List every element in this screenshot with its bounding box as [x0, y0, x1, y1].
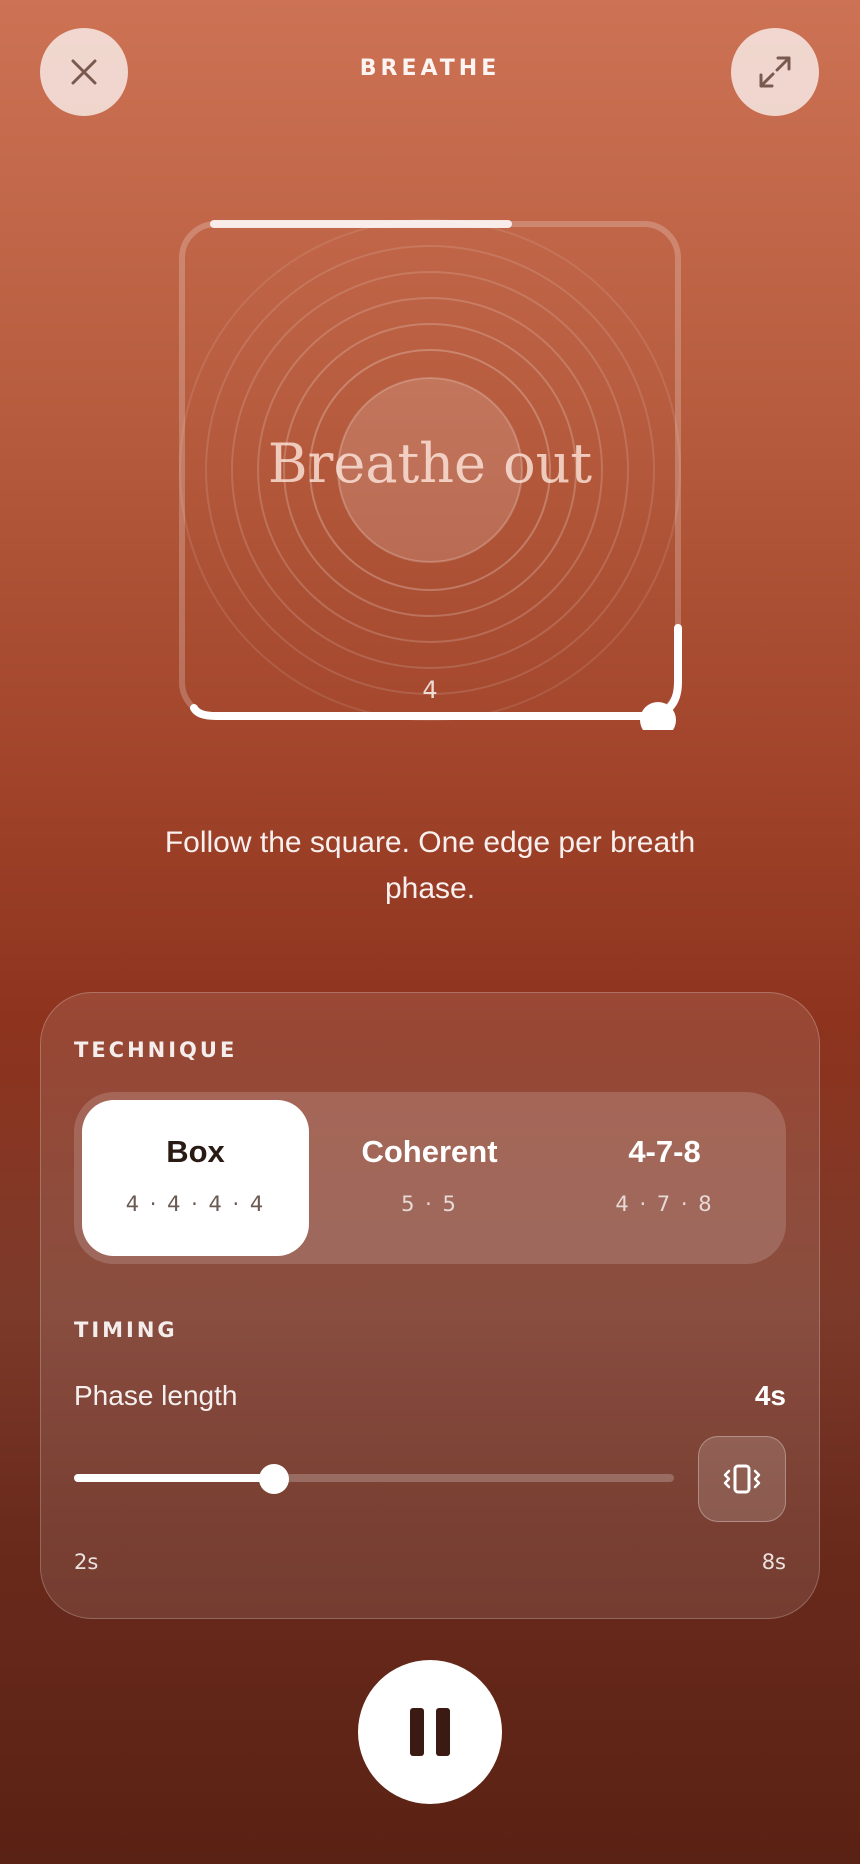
expand-icon [759, 56, 791, 88]
haptic-toggle-button[interactable] [698, 1436, 786, 1522]
technique-option-4-7-8[interactable]: 4-7-8 4 · 7 · 8 [551, 1100, 778, 1256]
technique-pattern: 4 · 4 · 4 · 4 [125, 1192, 266, 1216]
technique-pattern: 4 · 7 · 8 [615, 1192, 714, 1216]
technique-option-box[interactable]: Box 4 · 4 · 4 · 4 [82, 1100, 309, 1256]
timing-label: TIMING [74, 1318, 178, 1342]
vibrate-icon [723, 1464, 761, 1494]
technique-name: Coherent [361, 1134, 498, 1169]
slider-min-label: 2s [74, 1550, 99, 1574]
phase-length-label: Phase length [74, 1380, 238, 1411]
phase-counter: 4 [422, 676, 438, 704]
technique-name: Box [166, 1134, 225, 1169]
expand-button[interactable] [731, 28, 819, 116]
technique-name: 4-7-8 [628, 1134, 701, 1169]
pause-button[interactable] [358, 1660, 502, 1804]
phase-length-slider-thumb[interactable] [259, 1464, 289, 1494]
phase-length-slider-fill [74, 1474, 274, 1482]
technique-option-coherent[interactable]: Coherent 5 · 5 [316, 1100, 543, 1256]
progress-edge [190, 704, 648, 720]
phase-length-value: 4s [754, 1380, 786, 1411]
settings-panel [40, 992, 820, 1619]
technique-pattern: 5 · 5 [401, 1192, 458, 1216]
technique-label: TECHNIQUE [74, 1038, 238, 1062]
technique-selector: Box 4 · 4 · 4 · 4 Coherent 5 · 5 4-7-8 4… [74, 1092, 786, 1264]
phase-text: Breathe out [267, 432, 593, 495]
pause-icon [410, 1708, 450, 1756]
instruction-text: Follow the square. One edge per breath p… [164, 826, 696, 905]
slider-max-label: 8s [761, 1550, 786, 1574]
